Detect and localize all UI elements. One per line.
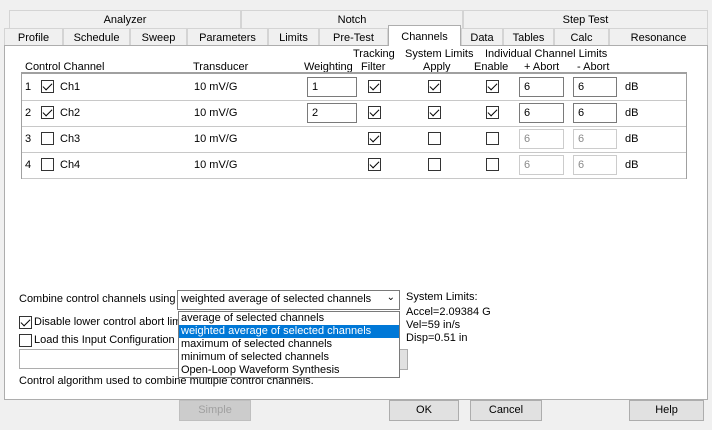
combine-selected-value: weighted average of selected channels <box>181 293 372 305</box>
disable-lower-abort-checkbox[interactable] <box>19 316 32 329</box>
row-number: 2 <box>25 107 32 119</box>
unit-label: dB <box>625 81 639 93</box>
tracking-filter-checkbox[interactable] <box>368 106 381 119</box>
disable-lower-abort-label: Disable lower control abort lim <box>34 316 182 328</box>
tab-row-bottom: Profile Schedule Sweep Parameters Limits… <box>4 25 708 46</box>
tab-pre-test[interactable]: Pre-Test <box>319 28 388 46</box>
system-limits-title: System Limits: <box>406 291 478 303</box>
unit-label: dB <box>625 133 639 145</box>
config-browse-button[interactable] <box>399 349 408 370</box>
channel-row-4: 4 Ch4 10 mV/G 6 6 dB <box>22 152 686 179</box>
row-number: 3 <box>25 133 32 145</box>
combine-option[interactable]: minimum of selected channels <box>179 351 399 364</box>
minus-abort-input[interactable]: 6 <box>573 129 617 149</box>
tab-channels[interactable]: Channels <box>388 25 461 46</box>
system-limits-disp: Disp=0.51 in <box>406 332 468 344</box>
channel-row-1: 1 Ch1 10 mV/G 1 6 6 dB <box>22 74 686 101</box>
tab-parameters[interactable]: Parameters <box>187 28 268 46</box>
minus-abort-input[interactable]: 6 <box>573 155 617 175</box>
system-limits-apply-checkbox[interactable] <box>428 106 441 119</box>
config-path-field[interactable] <box>19 349 179 369</box>
combine-select[interactable]: weighted average of selected channels ⌄ <box>177 290 400 310</box>
unit-label: dB <box>625 159 639 171</box>
combine-option[interactable]: average of selected channels <box>179 312 399 325</box>
tab-limits[interactable]: Limits <box>268 28 319 46</box>
system-limits-accel: Accel=2.09384 G <box>406 306 491 318</box>
combine-option[interactable]: Open-Loop Waveform Synthesis <box>179 364 399 377</box>
chevron-down-icon: ⌄ <box>386 292 395 303</box>
combine-option[interactable]: weighted average of selected channels <box>179 325 399 338</box>
channel-name: Ch3 <box>60 133 81 145</box>
control-checkbox[interactable] <box>41 106 54 119</box>
tab-profile[interactable]: Profile <box>4 28 63 46</box>
individual-enable-checkbox[interactable] <box>486 106 499 119</box>
header-system-limits: System Limits <box>405 48 474 60</box>
header-tracking: Tracking <box>353 48 395 60</box>
tracking-filter-checkbox[interactable] <box>368 132 381 145</box>
channel-name: Ch4 <box>60 159 81 171</box>
individual-enable-checkbox[interactable] <box>486 80 499 93</box>
tracking-filter-checkbox[interactable] <box>368 80 381 93</box>
tab-row-top: Analyzer Notch Step Test <box>4 10 708 28</box>
minus-abort-input[interactable]: 6 <box>573 103 617 123</box>
control-checkbox[interactable] <box>41 132 54 145</box>
combine-dropdown-list: average of selected channels weighted av… <box>178 311 400 378</box>
plus-abort-input[interactable]: 6 <box>519 155 564 175</box>
tab-calc[interactable]: Calc <box>554 28 609 46</box>
minus-abort-input[interactable]: 6 <box>573 77 617 97</box>
channel-row-3: 3 Ch3 10 mV/G 6 6 dB <box>22 126 686 153</box>
tab-step-test[interactable]: Step Test <box>463 10 708 28</box>
cancel-button[interactable]: Cancel <box>470 400 542 421</box>
channel-name: Ch2 <box>60 107 81 119</box>
channel-row-2: 2 Ch2 10 mV/G 2 6 6 dB <box>22 100 686 127</box>
tracking-filter-checkbox[interactable] <box>368 158 381 171</box>
plus-abort-input[interactable]: 6 <box>519 129 564 149</box>
transducer-value: 10 mV/G <box>194 81 238 93</box>
tab-schedule[interactable]: Schedule <box>63 28 130 46</box>
row-number: 1 <box>25 81 32 93</box>
tab-sweep[interactable]: Sweep <box>130 28 187 46</box>
control-checkbox[interactable] <box>41 80 54 93</box>
transducer-value: 10 mV/G <box>194 107 238 119</box>
combine-label: Combine control channels using <box>19 293 176 305</box>
load-input-config-label: Load this Input Configuration <box>34 334 175 346</box>
plus-abort-input[interactable]: 6 <box>519 103 564 123</box>
transducer-value: 10 mV/G <box>194 133 238 145</box>
system-limits-vel: Vel=59 in/s <box>406 319 461 331</box>
weighting-input[interactable]: 2 <box>307 103 357 123</box>
individual-enable-checkbox[interactable] <box>486 158 499 171</box>
row-number: 4 <box>25 159 32 171</box>
ok-button[interactable]: OK <box>389 400 459 421</box>
control-checkbox[interactable] <box>41 158 54 171</box>
tab-resonance[interactable]: Resonance <box>609 28 708 46</box>
combine-option[interactable]: maximum of selected channels <box>179 338 399 351</box>
transducer-value: 10 mV/G <box>194 159 238 171</box>
load-input-config-checkbox[interactable] <box>19 334 32 347</box>
simple-button[interactable]: Simple <box>179 400 251 421</box>
individual-enable-checkbox[interactable] <box>486 132 499 145</box>
system-limits-apply-checkbox[interactable] <box>428 158 441 171</box>
plus-abort-input[interactable]: 6 <box>519 77 564 97</box>
unit-label: dB <box>625 107 639 119</box>
channel-grid: 1 Ch1 10 mV/G 1 6 6 dB 2 Ch2 10 mV/G 2 6… <box>21 72 687 179</box>
system-limits-apply-checkbox[interactable] <box>428 132 441 145</box>
tab-data[interactable]: Data <box>461 28 503 46</box>
help-button[interactable]: Help <box>629 400 704 421</box>
tab-tables[interactable]: Tables <box>503 28 554 46</box>
tab-analyzer[interactable]: Analyzer <box>9 10 241 28</box>
header-individual-limits: Individual Channel Limits <box>485 48 608 60</box>
weighting-input[interactable]: 1 <box>307 77 357 97</box>
system-limits-apply-checkbox[interactable] <box>428 80 441 93</box>
channel-name: Ch1 <box>60 81 81 93</box>
